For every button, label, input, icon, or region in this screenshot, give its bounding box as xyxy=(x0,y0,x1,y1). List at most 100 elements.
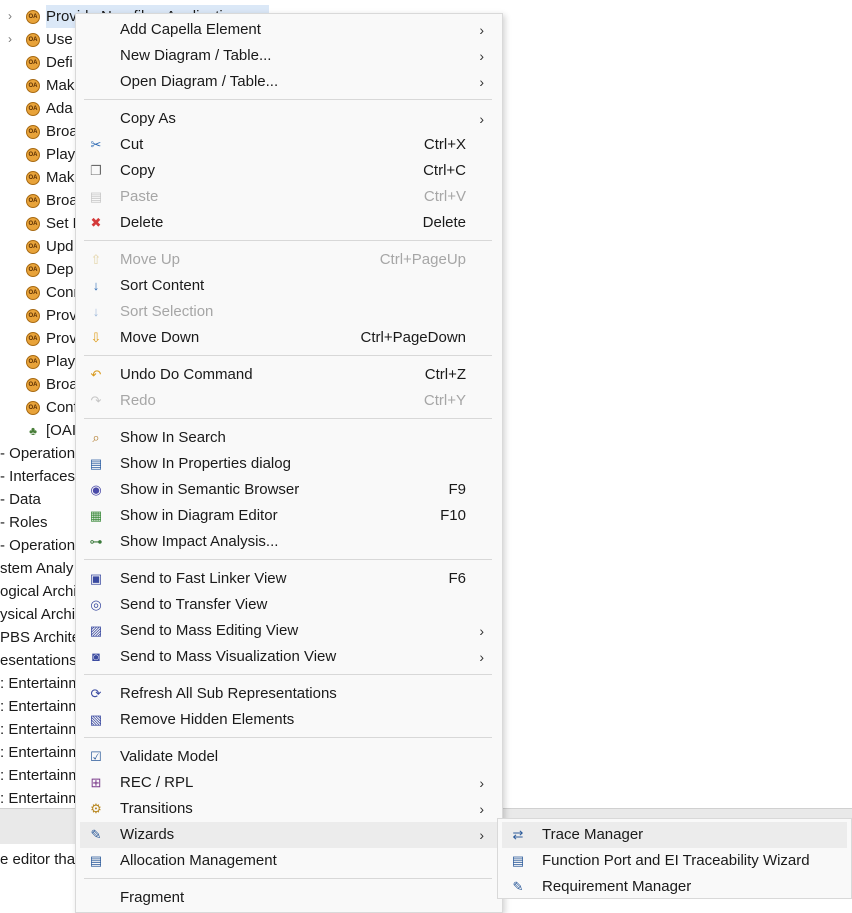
tree-item-label: Prov xyxy=(46,307,77,324)
menu-item-cut[interactable]: ✂ Cut Ctrl+X xyxy=(80,132,498,158)
submenu-arrow-icon: › xyxy=(479,48,484,64)
menu-item-label: Refresh All Sub Representations xyxy=(120,685,337,702)
tree-top-item[interactable]: - Roles xyxy=(0,511,48,534)
menu-item-send-to-fast-linker-view[interactable]: ▣ Send to Fast Linker View F6 xyxy=(80,566,498,592)
submenu-arrow-icon: › xyxy=(479,827,484,843)
menu-item-transitions[interactable]: ⚙ Transitions › xyxy=(80,796,498,822)
menu-item-fragment[interactable]: Fragment xyxy=(80,885,498,911)
tree-top-item[interactable]: - Data xyxy=(0,488,41,511)
menu-item-copy-as[interactable]: Copy As › xyxy=(80,106,498,132)
menu-item-show-impact-analysis[interactable]: ⊶ Show Impact Analysis... xyxy=(80,529,498,555)
menu-item-label: Fragment xyxy=(120,889,185,906)
menu-item-open-diagram-table[interactable]: Open Diagram / Table... › xyxy=(80,69,498,95)
expand-chevron-icon[interactable]: › xyxy=(8,28,18,51)
functional-chain-icon: OA xyxy=(26,194,40,208)
menu-item-allocation-management[interactable]: ▤ Allocation Management xyxy=(80,848,498,874)
tree-top-item[interactable]: : Entertainm xyxy=(0,787,81,810)
remove-hidden-icon: ▧ xyxy=(89,712,103,727)
diagram-icon: ▦ xyxy=(89,508,103,523)
fast-linker-icon: ▣ xyxy=(89,571,103,586)
functional-chain-icon: OA xyxy=(26,286,40,300)
menu-item-delete[interactable]: ✖ Delete Delete xyxy=(80,210,498,236)
menu-item-trace-manager[interactable]: ⇄ Trace Manager xyxy=(502,822,847,848)
menu-item-label: Send to Transfer View xyxy=(120,596,268,613)
tree-top-item[interactable]: - Operation xyxy=(0,534,75,557)
tree-top-item[interactable]: : Entertainm xyxy=(0,741,81,764)
menu-item-label: Add Capella Element xyxy=(120,21,261,38)
tree-top-item[interactable]: stem Analy xyxy=(0,557,73,580)
rec-rpl-icon: ⊞ xyxy=(90,775,102,790)
tree-top-item[interactable]: : Entertainm xyxy=(0,718,81,741)
menu-item-remove-hidden-elements[interactable]: ▧ Remove Hidden Elements xyxy=(80,707,498,733)
transitions-icon: ⚙ xyxy=(90,801,102,816)
menu-item-sort-content[interactable]: ↓ Sort Content xyxy=(80,273,498,299)
menu-item-label: Show in Semantic Browser xyxy=(120,481,300,498)
wizards-submenu: ⇄ Trace Manager ▤ Function Port and EI Trac… xyxy=(497,818,852,899)
tree-top-item[interactable]: esentations xyxy=(0,649,77,672)
menu-item-rec-rpl[interactable]: ⊞ REC / RPL › xyxy=(80,770,498,796)
menu-item-requirement-manager[interactable]: ✎ Requirement Manager xyxy=(502,874,847,900)
menu-item-shortcut: Ctrl+PageUp xyxy=(379,251,466,268)
tree-item-label: Use xyxy=(46,31,73,48)
tree-item-label: Prov xyxy=(46,330,77,347)
tree-top-item[interactable]: ogical Archit xyxy=(0,580,81,603)
menu-item-shortcut: Ctrl+C xyxy=(423,162,466,179)
menu-item-shortcut: Ctrl+V xyxy=(423,188,466,205)
functional-chain-icon: OA xyxy=(26,240,40,254)
submenu-arrow-icon: › xyxy=(479,775,484,791)
menu-item-shortcut: F9 xyxy=(448,481,466,498)
menu-item-validate-model[interactable]: ☑ Validate Model xyxy=(80,744,498,770)
menu-item-wizards[interactable]: ✎ Wizards › xyxy=(80,822,498,848)
menu-item-send-to-transfer-view[interactable]: ◎ Send to Transfer View xyxy=(80,592,498,618)
tree-item-label: [OAI xyxy=(46,422,77,439)
tree-item-label: Mak xyxy=(46,169,75,186)
tree-top-item[interactable]: ysical Archi xyxy=(0,603,75,626)
requirement-icon: ✎ xyxy=(512,879,524,894)
tree-top-item[interactable]: : Entertainm xyxy=(0,672,81,695)
tree-top-item[interactable]: : Entertainm xyxy=(0,764,81,787)
menu-item-label: Move Down xyxy=(120,329,200,346)
tree-top-item[interactable]: : Entertainm xyxy=(0,695,81,718)
functional-chain-icon: OA xyxy=(26,401,40,415)
menu-item-show-in-diagram-editor[interactable]: ▦ Show in Diagram Editor F10 xyxy=(80,503,498,529)
functional-chain-icon: OA xyxy=(26,263,40,277)
tree-item-label: Mak xyxy=(46,77,75,94)
functional-chain-icon: OA xyxy=(26,148,40,162)
menu-item-shortcut: Ctrl+PageDown xyxy=(360,329,466,346)
menu-item-move-down[interactable]: ⇩ Move Down Ctrl+PageDown xyxy=(80,325,498,351)
semantic-browser-icon: ◉ xyxy=(90,482,102,497)
structure-icon: ♣ xyxy=(29,424,37,438)
menu-separator xyxy=(84,878,492,879)
menu-item-label: Sort Selection xyxy=(120,303,214,320)
menu-item-copy[interactable]: ❐ Copy Ctrl+C xyxy=(80,158,498,184)
context-menu: Add Capella Element › New Diagram / Table.… xyxy=(75,13,503,913)
functional-chain-icon: OA xyxy=(26,332,40,346)
menu-item-add-capella-element[interactable]: Add Capella Element › xyxy=(80,17,498,43)
tree-top-item[interactable]: - Operation xyxy=(0,442,75,465)
menu-item-undo-do-command[interactable]: ↶ Undo Do Command Ctrl+Z xyxy=(80,362,498,388)
menu-separator xyxy=(84,240,492,241)
menu-item-show-in-properties-dialog[interactable]: ▤ Show In Properties dialog xyxy=(80,451,498,477)
delete-icon: ✖ xyxy=(90,215,102,230)
allocation-icon: ▤ xyxy=(89,853,103,868)
menu-item-new-diagram-table[interactable]: New Diagram / Table... › xyxy=(80,43,498,69)
menu-item-label: Delete xyxy=(120,214,164,231)
expand-chevron-icon[interactable]: › xyxy=(8,5,18,28)
trace-manager-icon: ⇄ xyxy=(512,827,524,842)
menu-item-function-port-and-ei-traceability-wizard[interactable]: ▤ Function Port and EI Traceability Wizar… xyxy=(502,848,847,874)
mass-edit-icon: ▨ xyxy=(89,623,103,638)
menu-separator xyxy=(84,355,492,356)
tree-top-item[interactable]: - Interfaces xyxy=(0,465,75,488)
menu-item-show-in-search[interactable]: ⌕ Show In Search xyxy=(80,425,498,451)
menu-item-refresh-all-sub-representations[interactable]: ⟳ Refresh All Sub Representations xyxy=(80,681,498,707)
menu-item-paste: ▤ Paste Ctrl+V xyxy=(80,184,498,210)
menu-item-show-in-semantic-browser[interactable]: ◉ Show in Semantic Browser F9 xyxy=(80,477,498,503)
menu-item-send-to-mass-visualization-view[interactable]: ◙ Send to Mass Visualization View › xyxy=(80,644,498,670)
menu-item-label: Undo Do Command xyxy=(120,366,253,383)
tree-item-label: Conr xyxy=(46,284,79,301)
menu-separator xyxy=(84,737,492,738)
menu-item-send-to-mass-editing-view[interactable]: ▨ Send to Mass Editing View › xyxy=(80,618,498,644)
menu-item-shortcut: F6 xyxy=(448,570,466,587)
menu-item-label: Sort Content xyxy=(120,277,205,294)
arrow-up-icon: ⇧ xyxy=(90,252,102,267)
